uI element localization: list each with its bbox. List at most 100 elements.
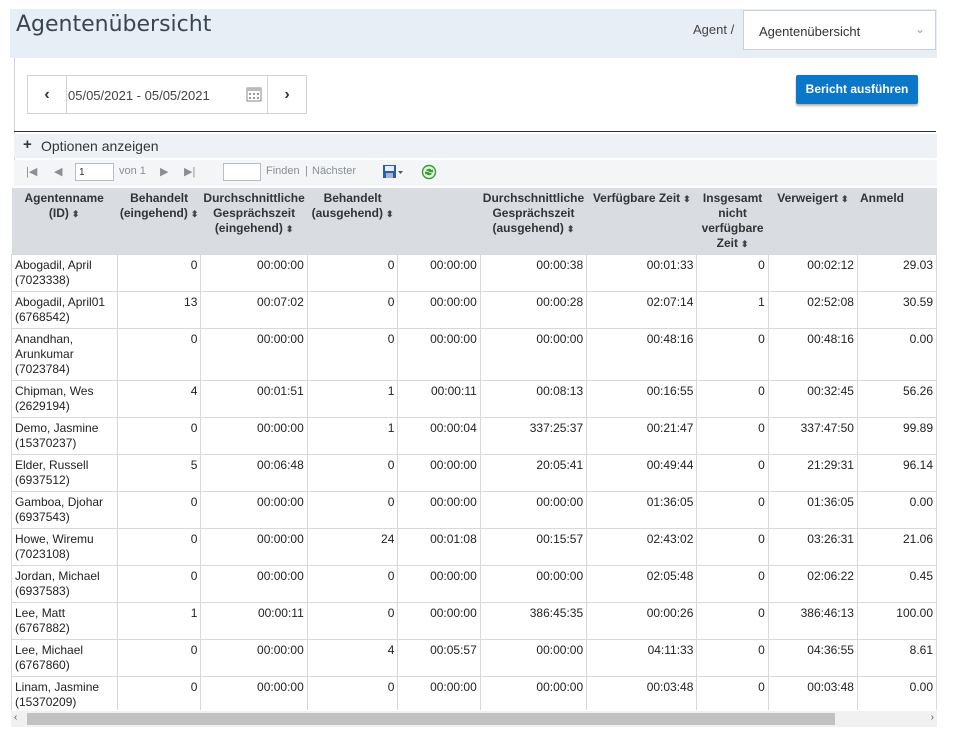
table-cell: 0 [696, 565, 769, 603]
table-cell: 0.00 [856, 328, 937, 381]
table-cell: 4 [306, 639, 399, 677]
column-header[interactable]: Verweigert ⬍ [768, 188, 858, 255]
agent-name-cell: Demo, Jasmine (15370237) [11, 417, 118, 455]
table-cell: 00:08:13 [479, 380, 588, 418]
table-cell: 00:05:57 [397, 639, 481, 677]
table-cell: 0 [306, 491, 399, 529]
table-cell: 0 [116, 565, 202, 603]
table-cell: 00:02:12 [767, 254, 858, 292]
table-cell: 00:32:45 [767, 380, 858, 418]
table-cell: 386:45:35 [479, 602, 588, 640]
table-cell: 01:36:05 [767, 491, 858, 529]
table-cell: 1 [116, 602, 202, 640]
calendar-icon[interactable] [246, 86, 262, 102]
table-cell: 00:21:47 [586, 417, 698, 455]
scroll-right-icon[interactable]: › [931, 712, 934, 723]
agent-name-cell: Anandhan, Arunkumar (7023784) [11, 328, 118, 381]
table-cell: 04:11:33 [586, 639, 698, 677]
table-cell: 00:03:48 [767, 676, 858, 710]
table-cell: 00:00:00 [200, 491, 308, 529]
table-cell: 5 [116, 454, 202, 492]
page-number-input[interactable] [75, 163, 114, 181]
agent-name-cell: Howe, Wiremu (7023108) [11, 528, 118, 566]
table-cell: 00:03:48 [586, 676, 698, 710]
table-cell: 00:00:26 [586, 602, 698, 640]
table-cell: 02:05:48 [586, 565, 698, 603]
table-row: Howe, Wiremu (7023108) 0 00:00:00 24 00:01:0… [11, 528, 937, 566]
column-header[interactable]: Agentenname (ID) ⬍ [11, 188, 118, 255]
table-cell: 0 [696, 676, 769, 710]
table-cell: 00:00:28 [479, 291, 588, 329]
table-cell: 0.00 [856, 676, 937, 710]
find-link[interactable]: Finden [266, 165, 300, 177]
column-header[interactable]: Behandelt (ausgehend) ⬍ [307, 188, 399, 255]
refresh-icon[interactable] [421, 164, 437, 180]
table-cell: 337:25:37 [479, 417, 588, 455]
table-cell: 20:05:41 [479, 454, 588, 492]
previous-date-button[interactable]: ‹ [28, 76, 67, 113]
table-cell: 0 [306, 454, 399, 492]
agent-name-cell: Lee, Matt (6767882) [11, 602, 118, 640]
table-cell: 0 [696, 602, 769, 640]
column-header-label: Anmeld [859, 191, 904, 205]
sort-icon[interactable]: ⬍ [386, 209, 394, 219]
column-header[interactable] [397, 188, 481, 255]
table-cell: 13 [116, 291, 202, 329]
sort-icon[interactable]: ⬍ [683, 194, 691, 204]
run-report-button[interactable]: Bericht ausführen [796, 75, 918, 104]
last-page-icon[interactable]: ▶| [184, 165, 195, 178]
table-cell: 0 [696, 254, 769, 292]
sort-icon[interactable]: ⬍ [72, 209, 80, 219]
table-cell: 00:06:48 [200, 454, 308, 492]
column-header-label: Agentenname (ID) [24, 191, 104, 220]
table-cell: 1 [306, 417, 399, 455]
column-header[interactable]: Durchschnittliche Gesprächszeit (eingehe… [200, 188, 308, 255]
table-cell: 00:00:11 [200, 602, 308, 640]
breadcrumb: Agent / [693, 22, 735, 37]
column-header[interactable]: Anmeld [857, 188, 937, 255]
report-select[interactable]: Agentenübersicht ⌄ [743, 10, 936, 50]
options-label: Optionen anzeigen [41, 138, 159, 154]
find-input[interactable] [223, 163, 261, 181]
sort-icon[interactable]: ⬍ [741, 239, 749, 249]
horizontal-scrollbar[interactable]: ‹ › [11, 711, 937, 727]
table-cell: 0 [306, 565, 399, 603]
table-cell: 337:47:50 [767, 417, 858, 455]
scroll-left-icon[interactable]: ‹ [14, 712, 17, 723]
prev-page-icon[interactable]: ◀ [54, 165, 62, 178]
table-row: Gamboa, Djohar (6937543) 0 00:00:00 0 00:00:… [11, 491, 937, 529]
agent-name-cell: Abogadil, April (7023338) [11, 254, 118, 292]
table-cell: 99.89 [856, 417, 937, 455]
export-save-icon[interactable] [382, 164, 404, 180]
next-date-button[interactable]: › [267, 76, 306, 113]
page-count: von 1 [119, 165, 146, 177]
column-header[interactable]: Behandelt (eingehend) ⬍ [117, 188, 202, 255]
agent-summary-table: Agentenname (ID) ⬍ Behandelt (eingehend) ⬍ D… [11, 188, 937, 710]
options-toggle[interactable]: + Optionen anzeigen [14, 134, 937, 158]
table-cell: 00:00:00 [479, 565, 588, 603]
next-page-icon[interactable]: ▶ [160, 165, 168, 178]
sort-icon[interactable]: ⬍ [841, 194, 849, 204]
plus-icon: + [23, 136, 32, 153]
table-cell: 00:00:00 [479, 491, 588, 529]
column-header[interactable]: Insgesamt nicht verfügbare Zeit ⬍ [696, 188, 769, 255]
table-cell: 0 [116, 528, 202, 566]
sort-icon[interactable]: ⬍ [567, 224, 575, 234]
table-cell: 29.03 [856, 254, 937, 292]
scrollbar-thumb[interactable] [27, 713, 835, 725]
next-match-link[interactable]: Nächster [312, 165, 356, 177]
table-cell: 0 [696, 328, 769, 381]
sort-icon[interactable]: ⬍ [191, 209, 199, 219]
date-range-input[interactable]: 05/05/2021 - 05/05/2021 [68, 88, 210, 103]
table-cell: 0 [696, 528, 769, 566]
table-cell: 0 [696, 417, 769, 455]
table-cell: 00:00:00 [479, 676, 588, 710]
sort-icon[interactable]: ⬍ [286, 224, 294, 234]
column-header[interactable]: Verfügbare Zeit ⬍ [586, 188, 698, 255]
table-cell: 1 [696, 291, 769, 329]
first-page-icon[interactable]: |◀ [26, 165, 37, 178]
column-header[interactable]: Durchschnittliche Gesprächszeit (ausgehe… [480, 188, 588, 255]
date-range-picker[interactable]: ‹ 05/05/2021 - 05/05/2021 › [27, 75, 307, 114]
pager-toolbar: |◀ ◀ von 1 ▶ ▶| Finden | Nächster [14, 160, 937, 186]
table-cell: 0 [306, 328, 399, 381]
